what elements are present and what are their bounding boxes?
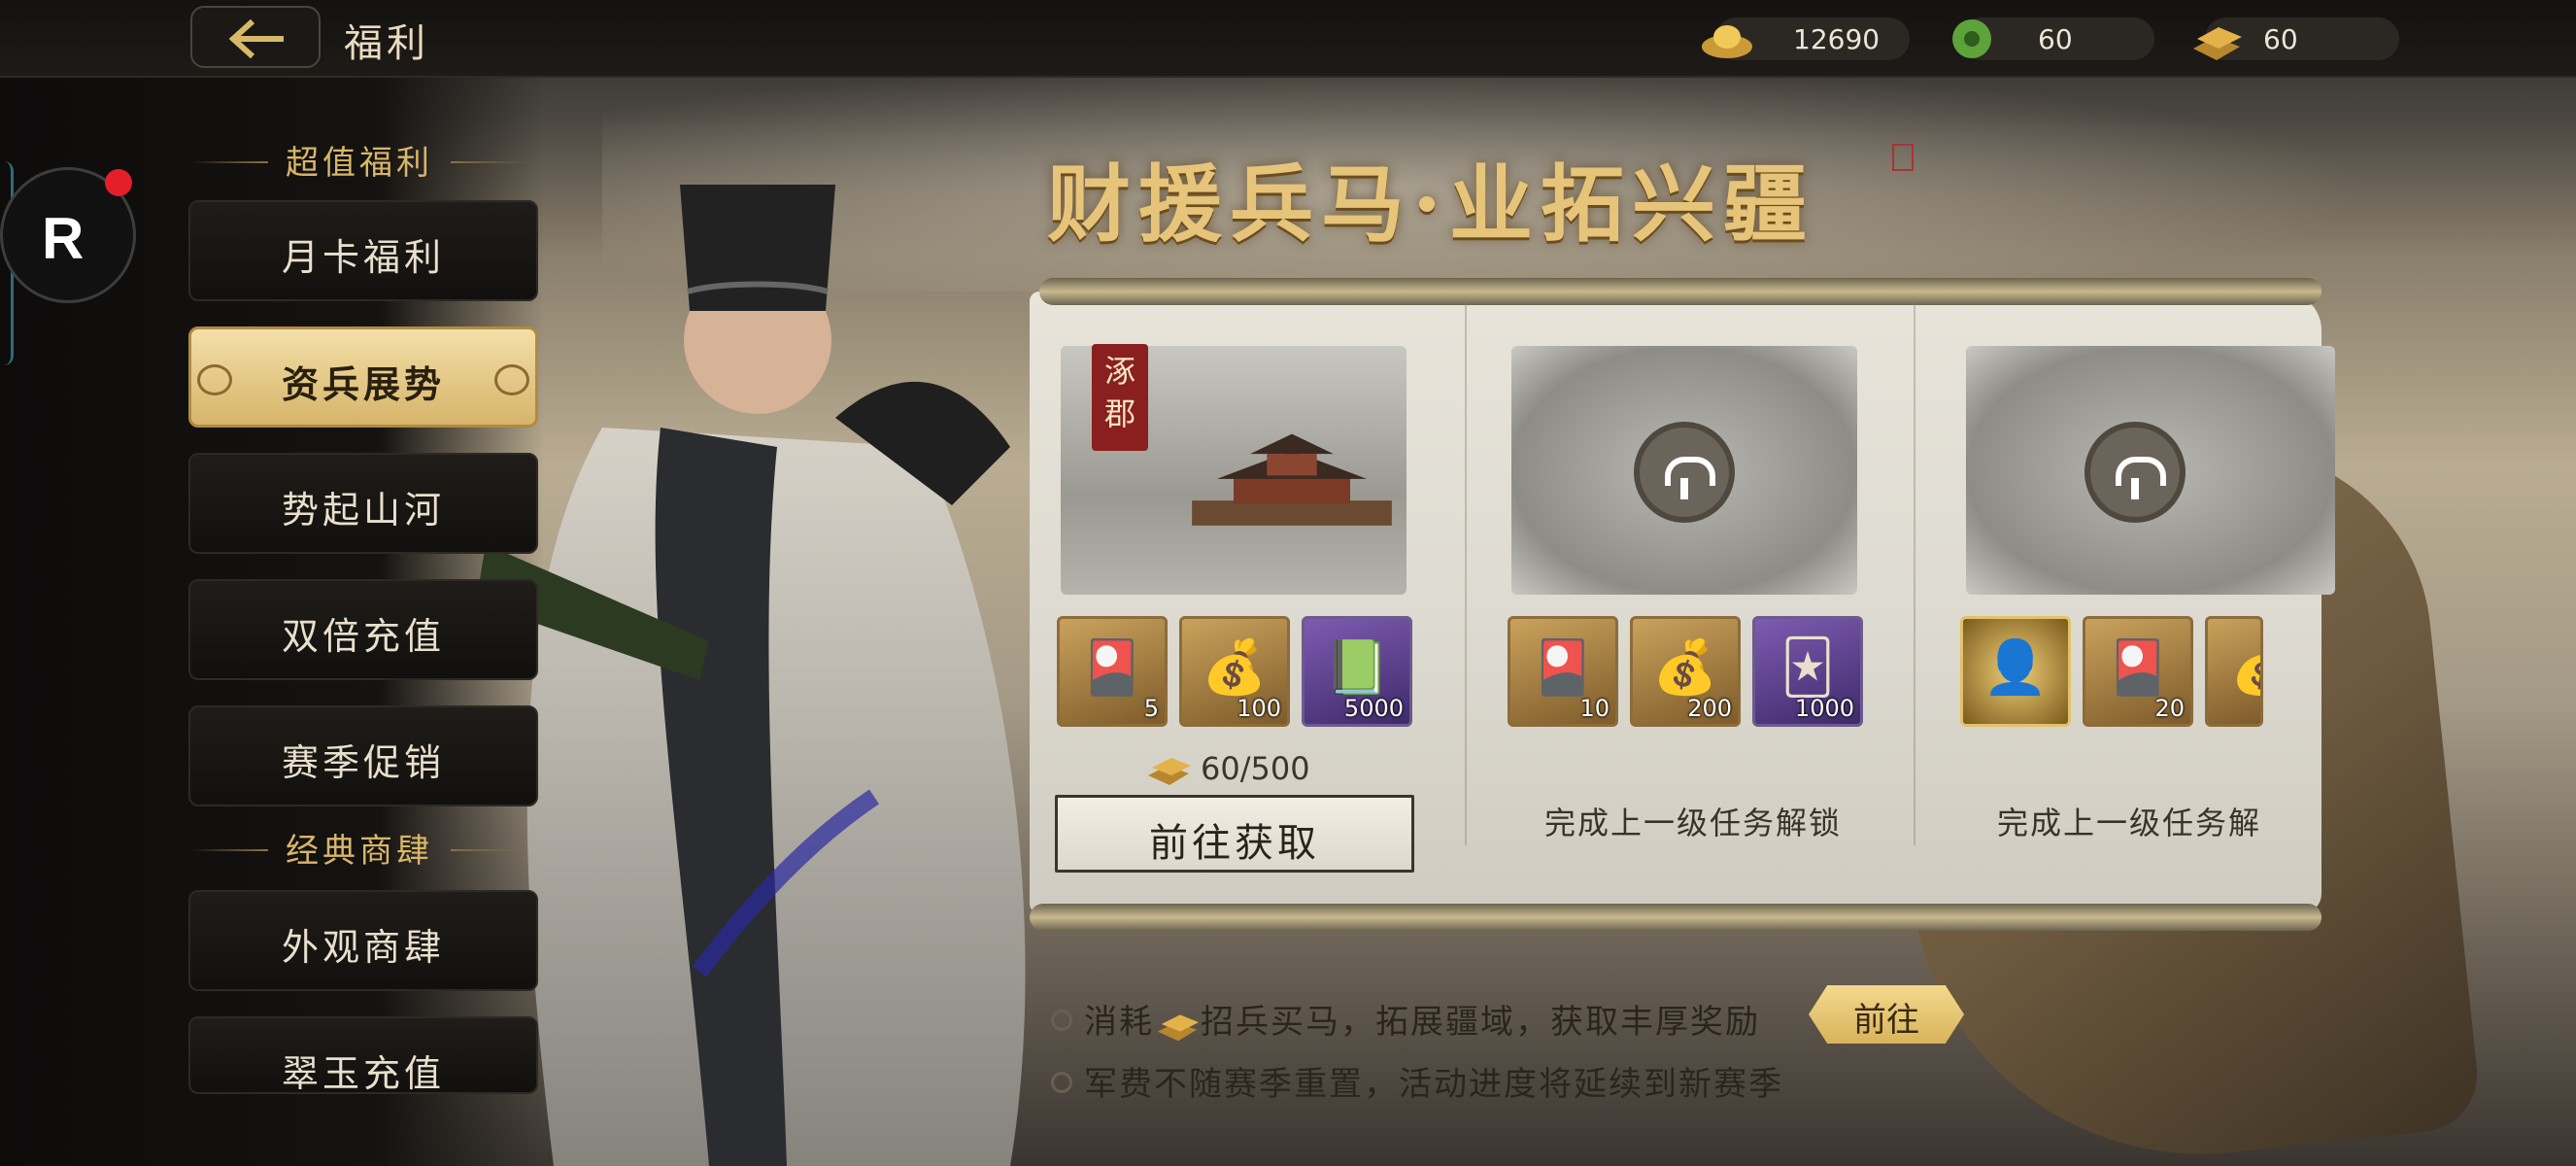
unlock-status: 完成上一级任务解锁 (1544, 805, 1843, 841)
event-title: 财援兵马·业拓兴疆 (1047, 155, 1814, 254)
goto-label: 前往 (1853, 1001, 1919, 1040)
gold-bar-icon (1148, 758, 1191, 785)
reward-count: 20 (2154, 695, 2185, 722)
section-header: 经典商肆 (185, 824, 534, 873)
hero-character (476, 185, 1026, 1166)
section-title: 超值福利 (286, 144, 433, 183)
reward-count: 200 (1687, 695, 1732, 722)
sidebar-item-resources[interactable]: 资兵展势 (188, 326, 538, 428)
stage-divider (1914, 301, 1915, 845)
top-bar: 福利 12690 60 60 (0, 0, 2576, 78)
unlock-status: 完成上一级任务解 (1997, 805, 2262, 841)
jade-coin-icon (1952, 19, 1991, 58)
section-header: 超值福利 (185, 136, 534, 185)
currency-value: 12690 (1793, 23, 1881, 55)
sidebar-item-rise[interactable]: 势起山河 (188, 453, 538, 554)
gold-ingot-icon: 💰 (1202, 636, 1268, 698)
progress-text: 60/500 (1201, 750, 1310, 787)
currency-gold-ingot[interactable]: 12690 (1702, 17, 1910, 60)
reward-item[interactable]: 📗 5000 (1302, 616, 1412, 727)
sidebar-item-jade-recharge[interactable]: 翠玉充值 (188, 1016, 538, 1095)
gold-bar-icon (1157, 1014, 1200, 1042)
sidebar-item-season-sale[interactable]: 赛季促销 (188, 705, 538, 806)
reward-item[interactable]: 🎴 10 (1508, 616, 1618, 727)
bullet-icon (1051, 1010, 1072, 1031)
reward-item[interactable]: 🃏 1000 (1752, 616, 1863, 727)
currency-value: 60 (2038, 23, 2073, 55)
book-icon: 📗 (1324, 636, 1390, 698)
bullet-icon (1051, 1072, 1072, 1093)
sidebar-item-double-recharge[interactable]: 双倍充值 (188, 579, 538, 680)
note-text: 军费不随赛季重置，活动进度将延续到新赛季 (1084, 1065, 1783, 1104)
sidebar-item-label: 翠玉充值 (281, 1052, 445, 1095)
note-text: 招兵买马，拓展疆域，获取丰厚奖励 (1201, 1003, 1760, 1042)
lock-icon (1634, 422, 1735, 523)
reward-item[interactable]: 👤 (1960, 616, 2071, 727)
reward-item[interactable]: 💰 100 (1179, 616, 1290, 727)
sidebar-item-label: 资兵展势 (281, 362, 445, 406)
token-card-icon: 🎴 (2105, 636, 2171, 698)
reward-count: 1000 (1794, 695, 1854, 722)
stage-divider (1465, 301, 1467, 845)
goto-button[interactable]: 前往 (1809, 985, 1964, 1044)
section-title: 经典商肆 (286, 832, 433, 871)
sidebar-item-appearance-shop[interactable]: 外观商肆 (188, 890, 538, 991)
knot-ornament-icon (494, 364, 529, 395)
currency-jade[interactable]: 60 (1952, 17, 2154, 60)
go-get-label: 前往获取 (1149, 821, 1320, 866)
purple-card-icon: 🃏 (1780, 636, 1835, 698)
sidebar-item-label: 外观商肆 (281, 926, 445, 969)
back-arrow-icon (229, 18, 284, 59)
back-button[interactable] (190, 6, 321, 68)
hero-portrait-icon: 👤 (1983, 636, 2049, 698)
knot-ornament-icon (197, 364, 232, 395)
stage-2-image[interactable] (1511, 346, 1857, 595)
sidebar-item-label: 双倍充值 (281, 615, 445, 658)
token-card-icon: 🎴 (1530, 636, 1596, 698)
reward-count: 5 (1143, 695, 1159, 722)
reward-count: 5000 (1343, 695, 1404, 722)
scroll-rod-bottom (1030, 904, 2322, 931)
notification-dot (105, 169, 132, 196)
note-line-1: 消耗 招兵买马，拓展疆域，获取丰厚奖励 (1051, 995, 1760, 1044)
note-line-2: 军费不随赛季重置，活动进度将延续到新赛季 (1051, 1057, 1783, 1105)
gold-ingot-icon: 💰 (1652, 636, 1718, 698)
sidebar-item-label: 月卡福利 (281, 236, 445, 279)
currency-value: 60 (2263, 23, 2298, 55)
page-title: 福利 (344, 21, 429, 66)
reward-item[interactable]: 🎴 20 (2083, 616, 2193, 727)
gold-ingot-icon: 💰 (2208, 636, 2260, 699)
stage-3-image[interactable] (1966, 346, 2335, 595)
reward-item[interactable]: 💰 (2205, 616, 2263, 727)
castle-icon (1192, 433, 1392, 526)
reward-count: 100 (1237, 695, 1281, 722)
recorder-label: R (42, 206, 85, 271)
note-prefix: 消耗 (1084, 1003, 1154, 1042)
gold-ingot-icon (1702, 25, 1752, 58)
sidebar-item-label: 赛季促销 (281, 741, 445, 784)
sidebar-item-label: 势起山河 (281, 489, 445, 532)
reward-item[interactable]: 💰 200 (1630, 616, 1741, 727)
seal-stamp (1892, 144, 1914, 171)
currency-gold-bar[interactable]: 60 (2193, 17, 2399, 60)
gold-bar-icon (2193, 27, 2242, 60)
scroll-rod-top (1039, 278, 2322, 305)
reward-count: 10 (1579, 695, 1610, 722)
lock-icon (2085, 422, 2186, 523)
sidebar-item-monthly-card[interactable]: 月卡福利 (188, 200, 538, 301)
